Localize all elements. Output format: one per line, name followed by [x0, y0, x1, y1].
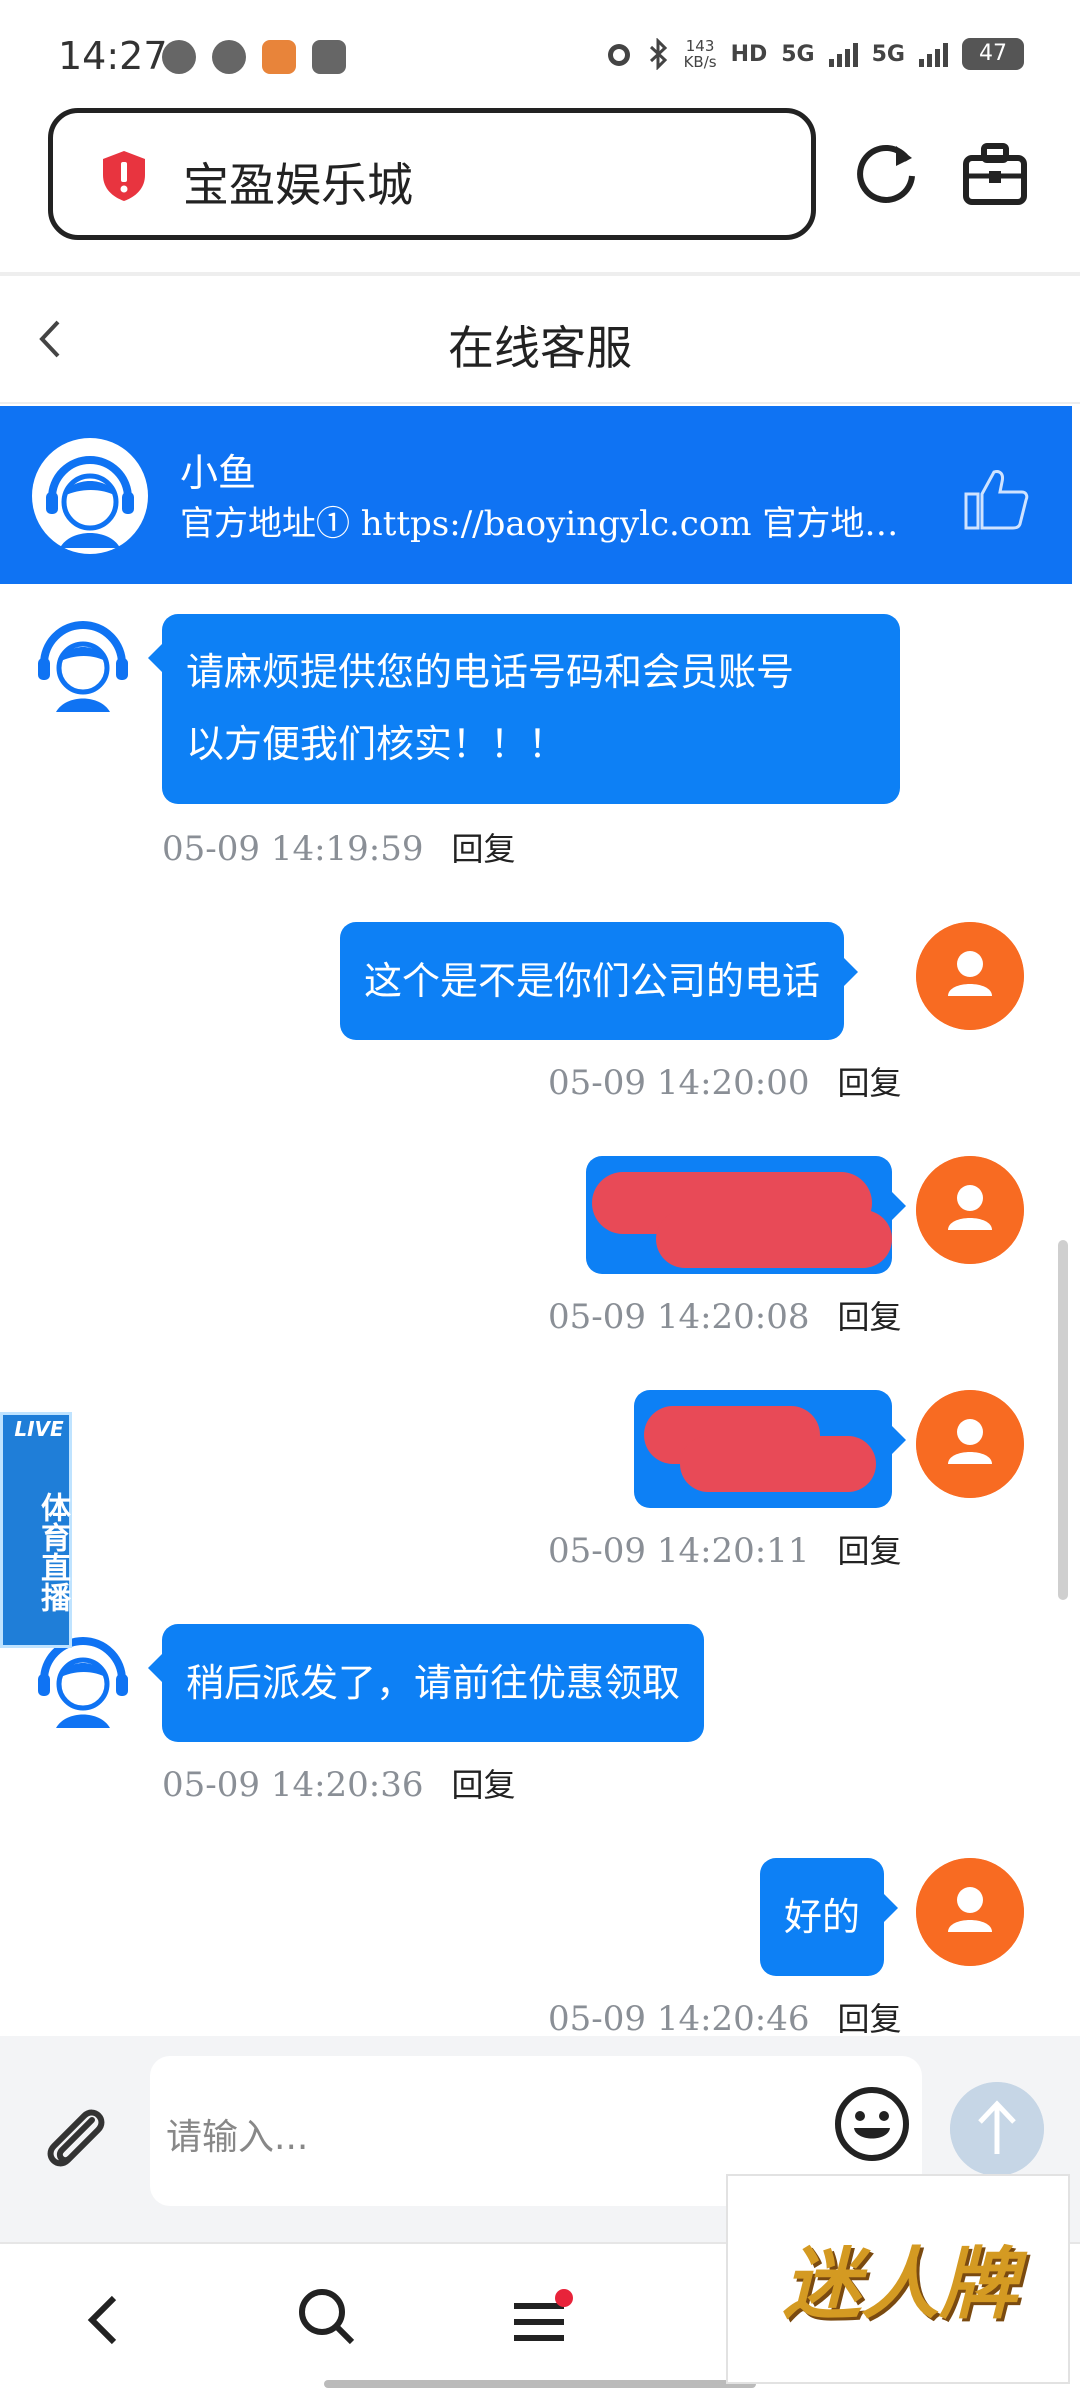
signal-icon — [919, 41, 948, 67]
agent-avatar — [32, 438, 148, 554]
address-bar[interactable]: 宝盈娱乐城 — [48, 108, 816, 240]
message-time: 05-09 14:19:59 — [162, 829, 424, 869]
status-right: 143 KB/s HD 5G 5G 47 — [604, 38, 1024, 70]
agent-notice: 官方地址① https://baoyingylc.com 官方地址②... — [180, 504, 910, 544]
briefcase-icon[interactable] — [960, 140, 1030, 210]
message-meta: 05-09 14:20:46 回复 — [548, 1994, 902, 2034]
game-app-icon — [262, 40, 296, 74]
user-avatar — [916, 1858, 1024, 1966]
emoji-icon[interactable] — [832, 2084, 912, 2164]
menu-icon[interactable] — [510, 2288, 574, 2348]
send-arrow-icon[interactable] — [950, 2082, 1044, 2176]
page-header: 在线客服 — [0, 276, 1080, 404]
live-sports-badge[interactable]: LIVE 体育直播 — [0, 1412, 72, 1648]
message-meta: 05-09 14:19:59 回复 — [162, 824, 516, 870]
signal-icon — [828, 41, 858, 67]
bluetooth-icon — [649, 38, 667, 70]
agent-banner: 小鱼 官方地址① https://baoyingylc.com 官方地址②... — [0, 406, 1072, 584]
redaction-mark — [656, 1210, 892, 1268]
message-bubble-agent[interactable]: 稍后派发了，请前往优惠领取 — [147, 1624, 705, 1742]
message-bubble-user[interactable]: 好的 — [760, 1858, 899, 1976]
live-tag: LIVE — [14, 1417, 64, 1441]
net-speed: 143 KB/s — [683, 37, 717, 71]
live-badge-text: 体育直播 — [35, 1492, 70, 1612]
agent-name: 小鱼 — [180, 451, 257, 495]
back-icon[interactable] — [80, 2292, 130, 2348]
app-notification-icon — [162, 40, 196, 74]
agent-avatar — [29, 607, 137, 715]
message-time: 05-09 14:20:11 — [548, 1531, 810, 1571]
reply-link[interactable]: 回复 — [838, 1064, 902, 1102]
message-meta: 05-09 14:20:00 回复 — [548, 1058, 902, 1104]
reply-link[interactable]: 回复 — [452, 1766, 516, 1804]
reply-link[interactable]: 回复 — [838, 1532, 902, 1570]
attachment-icon[interactable] — [36, 2098, 116, 2178]
message-meta: 05-09 14:20:11 回复 — [548, 1526, 902, 1572]
status-time: 14:27 — [58, 34, 168, 78]
chat-area[interactable]: 请麻烦提供您的电话号码和会员账号 以方便我们核实！！！ 05-09 14:19:… — [0, 584, 1080, 2034]
message-bubble-agent[interactable]: 请麻烦提供您的电话号码和会员账号 以方便我们核实！！！ — [148, 614, 900, 804]
security-warning-icon[interactable] — [99, 149, 149, 203]
site-title: 宝盈娱乐城 — [183, 158, 413, 212]
message-meta: 05-09 14:20:36 回复 — [162, 1760, 516, 1806]
reply-link[interactable]: 回复 — [838, 2000, 902, 2034]
network-type-2: 5G — [871, 41, 905, 67]
reload-icon[interactable] — [852, 138, 922, 208]
status-bar: 14:27 143 KB/s HD 5G 5G 47 — [0, 0, 1080, 100]
message-time: 05-09 14:20:00 — [548, 1063, 810, 1103]
message-time: 05-09 14:20:36 — [162, 1765, 424, 1805]
robot-app-icon — [312, 40, 346, 74]
watermark: 迷人牌 — [726, 2174, 1070, 2384]
home-indicator[interactable] — [324, 2380, 756, 2388]
search-icon[interactable] — [296, 2286, 356, 2346]
qq-icon — [212, 40, 246, 74]
message-bubble-user[interactable]: 这个是不是你们公司的电话 — [340, 922, 859, 1040]
message-time: 05-09 14:20:08 — [548, 1297, 810, 1337]
user-avatar — [916, 922, 1024, 1030]
battery-icon: 47 — [962, 38, 1024, 70]
page-title: 在线客服 — [448, 321, 632, 375]
message-time: 05-09 14:20:46 — [548, 1999, 810, 2034]
reply-link[interactable]: 回复 — [838, 1298, 902, 1336]
user-avatar — [916, 1390, 1024, 1498]
network-type-1: 5G — [781, 41, 815, 67]
hd-label: HD — [730, 41, 768, 67]
redaction-mark — [680, 1436, 876, 1492]
input-placeholder: 请输入... — [166, 2117, 309, 2158]
reply-link[interactable]: 回复 — [452, 830, 516, 868]
thumbs-up-icon[interactable] — [962, 464, 1030, 534]
watermark-text: 迷人牌 — [782, 2240, 1017, 2330]
user-avatar — [916, 1156, 1024, 1264]
message-meta: 05-09 14:20:08 回复 — [548, 1292, 902, 1338]
notification-icons — [162, 40, 346, 74]
alarm-icon — [607, 44, 630, 66]
chat-scrollbar[interactable] — [1058, 1240, 1068, 1600]
